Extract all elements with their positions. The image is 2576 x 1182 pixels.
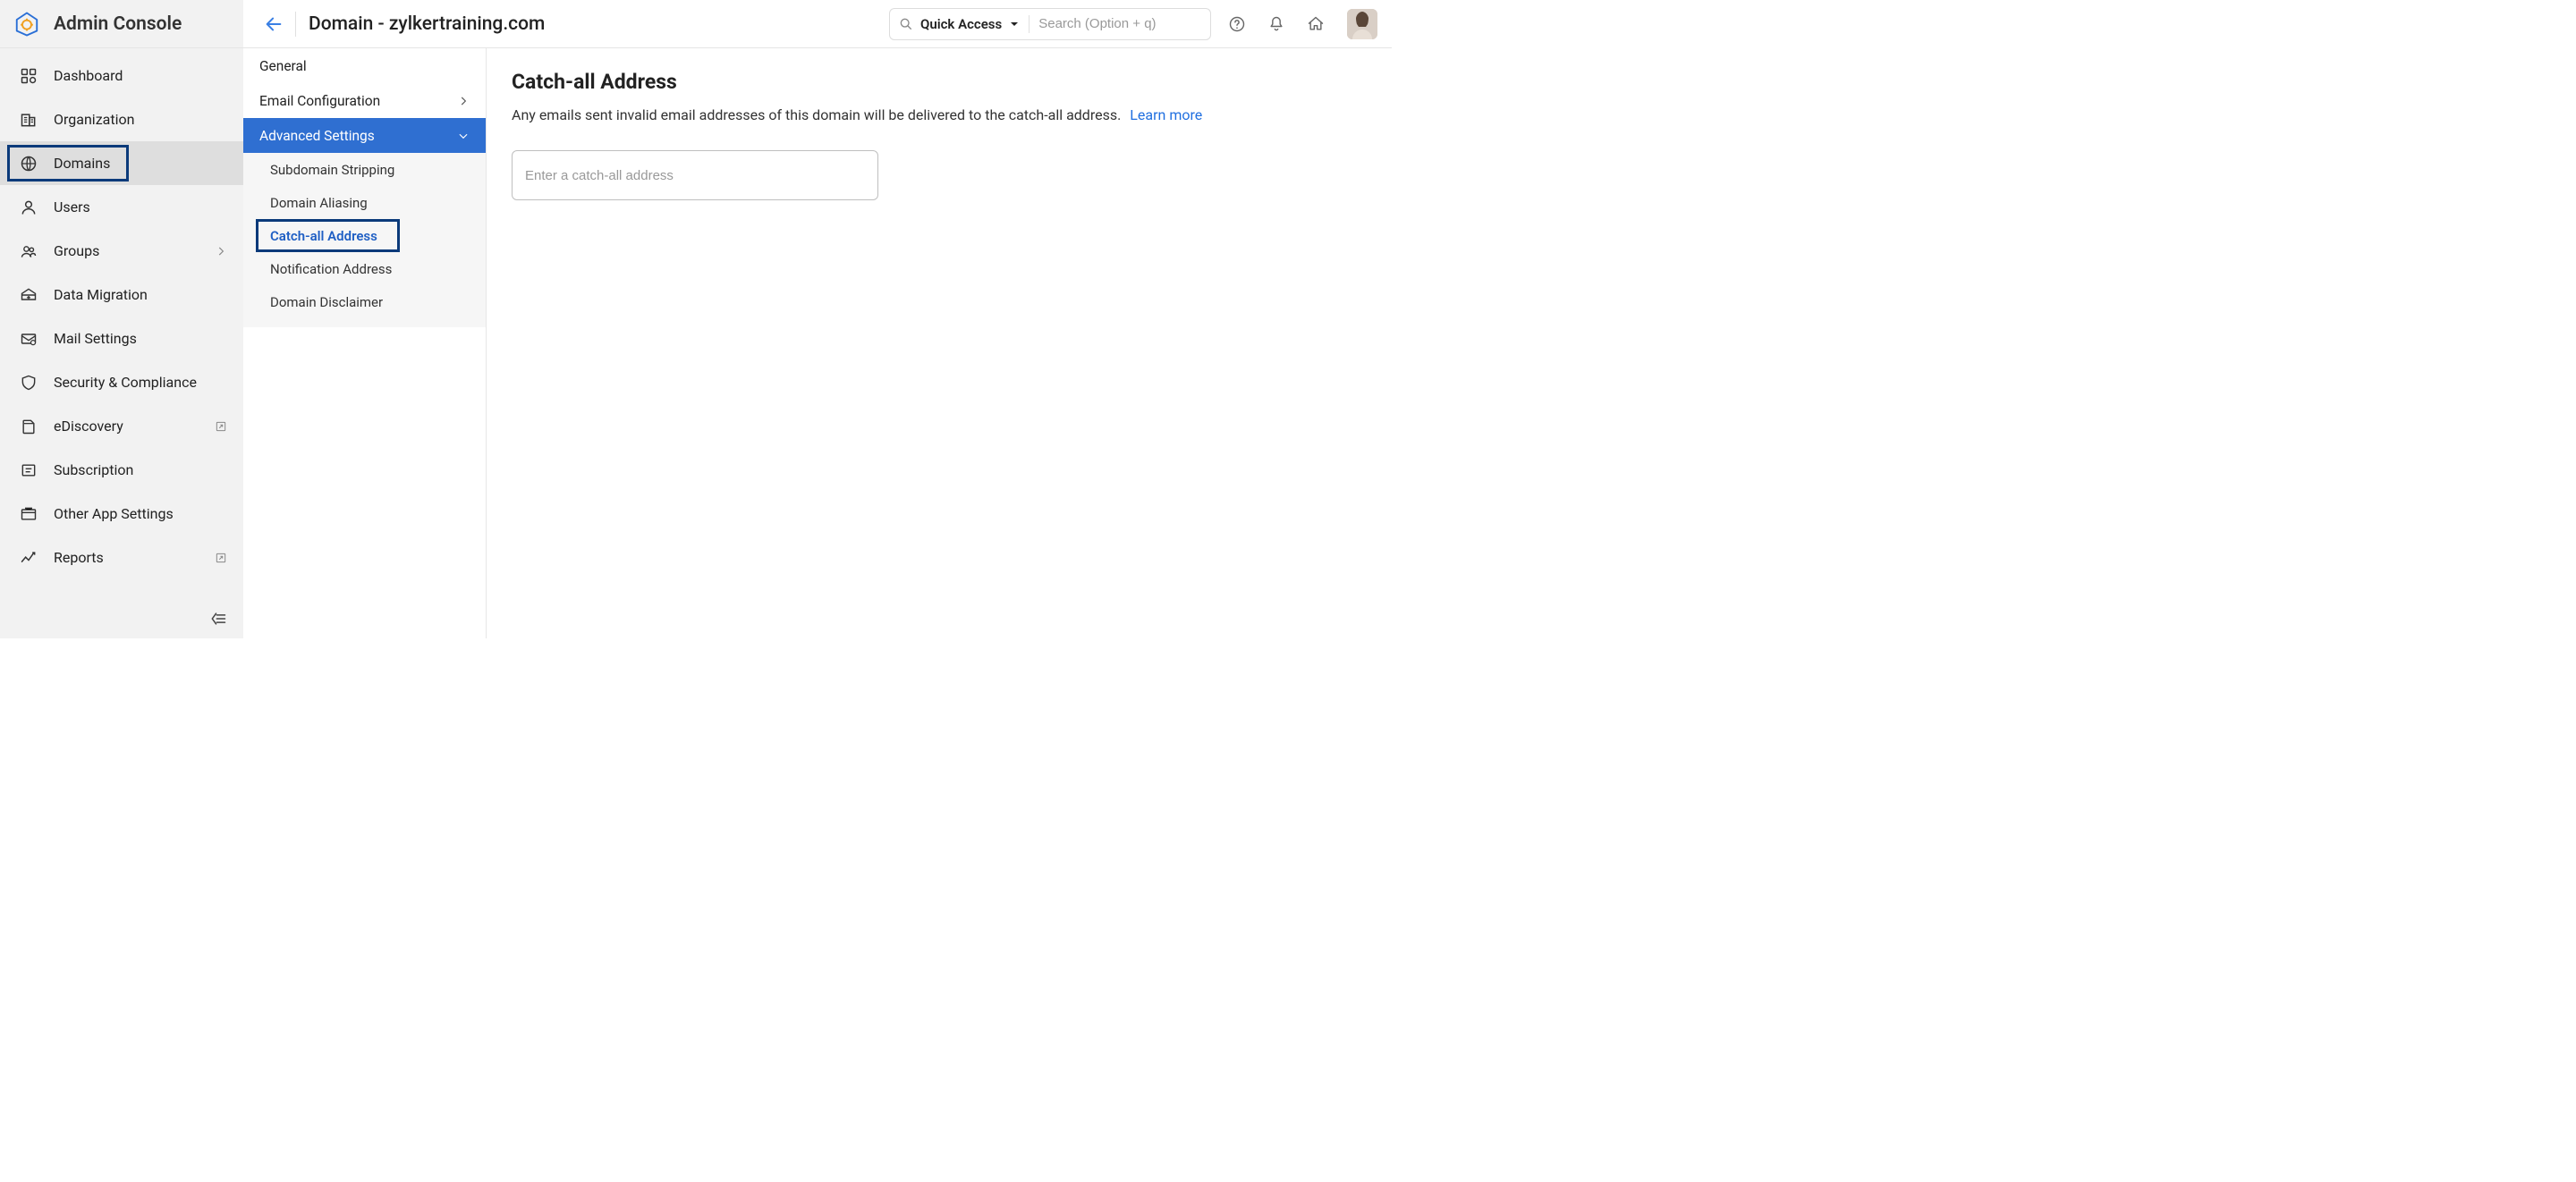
sidebar-item-reports[interactable]: Reports <box>0 536 243 579</box>
submenu-label: General <box>259 58 307 74</box>
sidebar: Dashboard Organization Domains Users <box>0 48 243 638</box>
quick-access-dropdown[interactable]: Quick Access <box>899 16 1020 32</box>
content-description: Any emails sent invalid email addresses … <box>512 106 1367 123</box>
submenu-child-label: Domain Aliasing <box>270 195 368 211</box>
sidebar-item-label: Domains <box>54 155 110 172</box>
sidebar-item-data-migration[interactable]: Data Migration <box>0 273 243 317</box>
help-button[interactable] <box>1224 11 1250 38</box>
submenu-children: Subdomain Stripping Domain Aliasing Catc… <box>243 153 486 327</box>
sidebar-item-users[interactable]: Users <box>0 185 243 229</box>
sidebar-item-label: Organization <box>54 111 134 128</box>
sidebar-item-label: Other App Settings <box>54 505 174 522</box>
brand: Admin Console <box>0 0 243 47</box>
sidebar-item-label: Data Migration <box>54 286 148 303</box>
notifications-button[interactable] <box>1263 11 1290 38</box>
submenu-child-domain-aliasing[interactable]: Domain Aliasing <box>243 186 486 219</box>
sidebar-item-mail-settings[interactable]: Mail Settings <box>0 317 243 360</box>
sidebar-item-other-apps[interactable]: Other App Settings <box>0 492 243 536</box>
chevron-down-icon <box>457 130 470 142</box>
learn-more-link[interactable]: Learn more <box>1130 106 1202 123</box>
sidebar-item-organization[interactable]: Organization <box>0 97 243 141</box>
submenu-child-catchall[interactable]: Catch-all Address <box>243 219 486 252</box>
description-text: Any emails sent invalid email addresses … <box>512 106 1121 123</box>
separator <box>1029 15 1030 33</box>
submenu-label: Email Configuration <box>259 93 380 109</box>
sidebar-item-domains[interactable]: Domains <box>0 141 243 185</box>
back-button[interactable] <box>259 10 288 38</box>
search-icon <box>899 17 913 31</box>
content: Catch-all Address Any emails sent invali… <box>487 48 1392 638</box>
reports-icon <box>18 547 39 569</box>
sidebar-item-ediscovery[interactable]: eDiscovery <box>0 404 243 448</box>
search-input[interactable] <box>1038 16 1191 31</box>
user-icon <box>18 197 39 218</box>
sidebar-item-security[interactable]: Security & Compliance <box>0 360 243 404</box>
brand-title: Admin Console <box>54 13 182 35</box>
chevron-right-icon <box>215 245 227 258</box>
catchall-address-input[interactable] <box>512 150 878 200</box>
dashboard-icon <box>18 65 39 87</box>
chevron-right-icon <box>457 95 470 107</box>
page-title: Domain - zylkertraining.com <box>309 13 545 35</box>
sidebar-item-label: Groups <box>54 242 99 259</box>
submenu-child-domain-disclaimer[interactable]: Domain Disclaimer <box>243 285 486 318</box>
ediscovery-icon <box>18 416 39 437</box>
sidebar-item-groups[interactable]: Groups <box>0 229 243 273</box>
sidebar-item-label: Security & Compliance <box>54 374 197 391</box>
submenu-label: Advanced Settings <box>259 128 375 144</box>
submenu-child-label: Subdomain Stripping <box>270 162 394 178</box>
migration-icon <box>18 284 39 306</box>
content-title: Catch-all Address <box>512 70 1367 94</box>
globe-icon <box>18 153 39 174</box>
sidebar-item-label: Users <box>54 198 90 215</box>
external-link-icon <box>215 552 227 564</box>
user-avatar[interactable] <box>1347 9 1377 39</box>
home-button[interactable] <box>1302 11 1329 38</box>
sidebar-item-dashboard[interactable]: Dashboard <box>0 54 243 97</box>
sidebar-item-label: Dashboard <box>54 67 123 84</box>
sidebar-item-label: Subscription <box>54 461 133 478</box>
app-logo-icon <box>13 10 41 38</box>
apps-icon <box>18 503 39 525</box>
separator <box>295 12 296 37</box>
caret-down-icon <box>1009 19 1020 30</box>
submenu-child-label: Catch-all Address <box>270 228 377 244</box>
submenu-item-advanced[interactable]: Advanced Settings <box>243 118 486 153</box>
shield-icon <box>18 372 39 393</box>
sidebar-item-label: Mail Settings <box>54 330 137 347</box>
sidebar-item-label: Reports <box>54 549 104 566</box>
external-link-icon <box>215 420 227 433</box>
submenu-child-label: Domain Disclaimer <box>270 294 383 310</box>
submenu-item-email-config[interactable]: Email Configuration <box>243 83 486 118</box>
submenu-child-label: Notification Address <box>270 261 392 277</box>
organization-icon <box>18 109 39 131</box>
sidebar-item-subscription[interactable]: Subscription <box>0 448 243 492</box>
subscription-icon <box>18 460 39 481</box>
submenu: General Email Configuration Advanced Set… <box>243 48 487 638</box>
submenu-child-notification-address[interactable]: Notification Address <box>243 252 486 285</box>
collapse-sidebar-button[interactable] <box>209 610 227 628</box>
groups-icon <box>18 241 39 262</box>
mail-settings-icon <box>18 328 39 350</box>
submenu-child-subdomain-stripping[interactable]: Subdomain Stripping <box>243 153 486 186</box>
submenu-item-general[interactable]: General <box>243 48 486 83</box>
sidebar-item-label: eDiscovery <box>54 418 123 435</box>
quick-search-box: Quick Access <box>889 8 1211 40</box>
quick-access-label: Quick Access <box>920 16 1002 32</box>
